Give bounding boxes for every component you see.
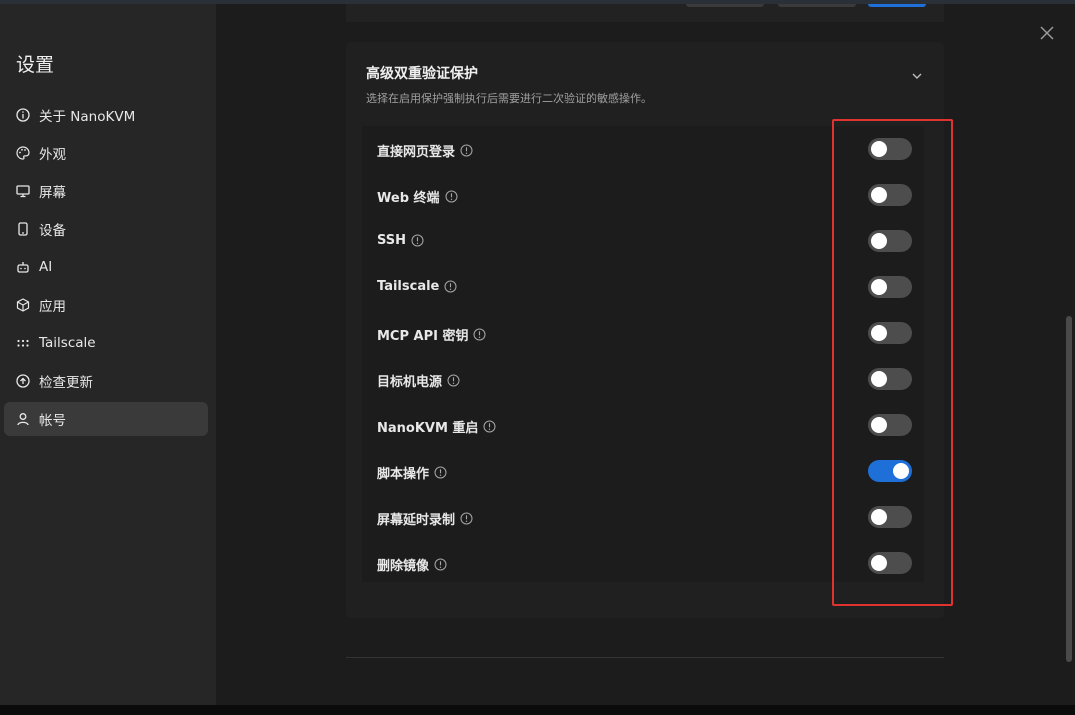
scrollbar-thumb[interactable] (1066, 316, 1072, 662)
toggle-row-screen-timelapse: 屏幕延时录制 (362, 494, 924, 540)
chevron-down-icon (912, 73, 922, 79)
toggle-knob (871, 141, 887, 157)
sidebar-item-appearance[interactable]: 外观 (4, 136, 208, 170)
sidebar-item-label: Tailscale (39, 335, 96, 351)
toggle-knob (871, 555, 887, 571)
sidebar-item-device[interactable]: 设备 (4, 212, 208, 246)
toggle-row-nanokvm-reboot: NanoKVM 重启 (362, 402, 924, 448)
tailscale-icon (16, 336, 30, 350)
sidebar-item-label: 帐号 (39, 413, 66, 429)
user-icon (16, 412, 30, 426)
toggle-label: 目标机电源 (377, 375, 443, 390)
toggle-row-script-actions: 脚本操作 (362, 448, 924, 494)
smartphone-icon (16, 222, 30, 236)
monitor-icon (16, 184, 30, 198)
info-icon[interactable] (444, 280, 457, 293)
toggle-switch[interactable] (868, 276, 912, 298)
toggle-row-web-terminal: Web 终端 (362, 172, 924, 218)
info-icon[interactable] (434, 558, 447, 571)
sidebar-item-label: 应用 (39, 299, 66, 315)
toggle-row-delete-image: 删除镜像 (362, 540, 924, 586)
sidebar-item-label: 屏幕 (39, 185, 66, 201)
section-description: 选择在启用保护强制执行后需要进行二次验证的敏感操作。 (366, 92, 652, 105)
toggle-knob (893, 463, 909, 479)
toggle-knob (871, 417, 887, 433)
arrow-up-circle-icon (16, 374, 30, 388)
sidebar-nav: 关于 NanoKVM 外观 屏幕 设备 AI 应用 Tailscale 检查更新… (4, 98, 208, 440)
info-icon[interactable] (411, 234, 424, 247)
sidebar: 设置 关于 NanoKVM 外观 屏幕 设备 AI 应用 Tailscale 检… (0, 4, 216, 705)
sidebar-item-label: 检查更新 (39, 375, 93, 391)
toggle-row-web-login: 直接网页登录 (362, 126, 924, 172)
previous-section-primary-button[interactable] (868, 4, 926, 7)
previous-section-card (346, 4, 944, 22)
toggle-row-target-power: 目标机电源 (362, 356, 924, 402)
toggle-row-mcp-api-key: MCP API 密钥 (362, 310, 924, 356)
previous-section-button[interactable] (778, 4, 856, 7)
sidebar-title: 设置 (16, 54, 55, 76)
toggle-switch[interactable] (868, 322, 912, 344)
toggle-switch[interactable] (868, 506, 912, 528)
toggle-knob (871, 509, 887, 525)
info-icon[interactable] (473, 328, 486, 341)
toggle-label: NanoKVM 重启 (377, 421, 479, 436)
settings-window: 设置 关于 NanoKVM 外观 屏幕 设备 AI 应用 Tailscale 检… (0, 0, 1075, 715)
sidebar-item-label: 外观 (39, 147, 66, 163)
toggle-list: 直接网页登录 Web 终端 SSH Tailscale MCP API 密钥 目… (362, 126, 924, 582)
toggle-switch[interactable] (868, 184, 912, 206)
sidebar-item-about[interactable]: 关于 NanoKVM (4, 98, 208, 132)
package-icon (16, 298, 30, 312)
previous-section-button[interactable] (686, 4, 764, 7)
toggle-knob (871, 325, 887, 341)
toggle-label: Web 终端 (377, 191, 440, 206)
info-icon[interactable] (447, 374, 460, 387)
sidebar-item-label: AI (39, 259, 53, 275)
sidebar-item-account[interactable]: 帐号 (4, 402, 208, 436)
toggle-knob (871, 187, 887, 203)
bottom-strip (0, 705, 1075, 715)
toggle-label: SSH (377, 233, 407, 248)
toggle-label: MCP API 密钥 (377, 329, 469, 344)
close-button[interactable] (1038, 24, 1056, 42)
toggle-switch[interactable] (868, 230, 912, 252)
info-icon[interactable] (445, 190, 458, 203)
close-icon (1040, 26, 1054, 40)
toggle-knob (871, 371, 887, 387)
toggle-switch[interactable] (868, 138, 912, 160)
section-divider (346, 657, 944, 658)
palette-icon (16, 146, 30, 160)
toggle-row-ssh: SSH (362, 218, 924, 264)
info-icon[interactable] (483, 420, 496, 433)
toggle-label: 删除镜像 (377, 559, 430, 574)
toggle-label: Tailscale (377, 279, 440, 294)
info-icon[interactable] (460, 512, 473, 525)
sidebar-item-screen[interactable]: 屏幕 (4, 174, 208, 208)
toggle-switch[interactable] (868, 368, 912, 390)
toggle-label: 脚本操作 (377, 467, 430, 482)
toggle-switch[interactable] (868, 414, 912, 436)
toggle-row-tailscale: Tailscale (362, 264, 924, 310)
sidebar-item-check-update[interactable]: 检查更新 (4, 364, 208, 398)
info-icon[interactable] (460, 144, 473, 157)
section-title: 高级双重验证保护 (366, 66, 478, 82)
toggle-label: 屏幕延时录制 (377, 513, 456, 528)
info-icon[interactable] (434, 466, 447, 479)
info-icon (16, 108, 30, 122)
bot-icon (16, 260, 30, 274)
sidebar-item-ai[interactable]: AI (4, 250, 208, 284)
toggle-switch[interactable] (868, 552, 912, 574)
sidebar-item-tailscale[interactable]: Tailscale (4, 326, 208, 360)
toggle-switch[interactable] (868, 460, 912, 482)
advanced-2fa-card: 高级双重验证保护 选择在启用保护强制执行后需要进行二次验证的敏感操作。 直接网页… (346, 42, 944, 618)
sidebar-item-label: 设备 (39, 223, 66, 239)
toggle-label: 直接网页登录 (377, 145, 456, 160)
toggle-knob (871, 279, 887, 295)
sidebar-item-label: 关于 NanoKVM (39, 109, 136, 125)
toggle-knob (871, 233, 887, 249)
sidebar-item-apps[interactable]: 应用 (4, 288, 208, 322)
collapse-button[interactable] (911, 67, 923, 79)
